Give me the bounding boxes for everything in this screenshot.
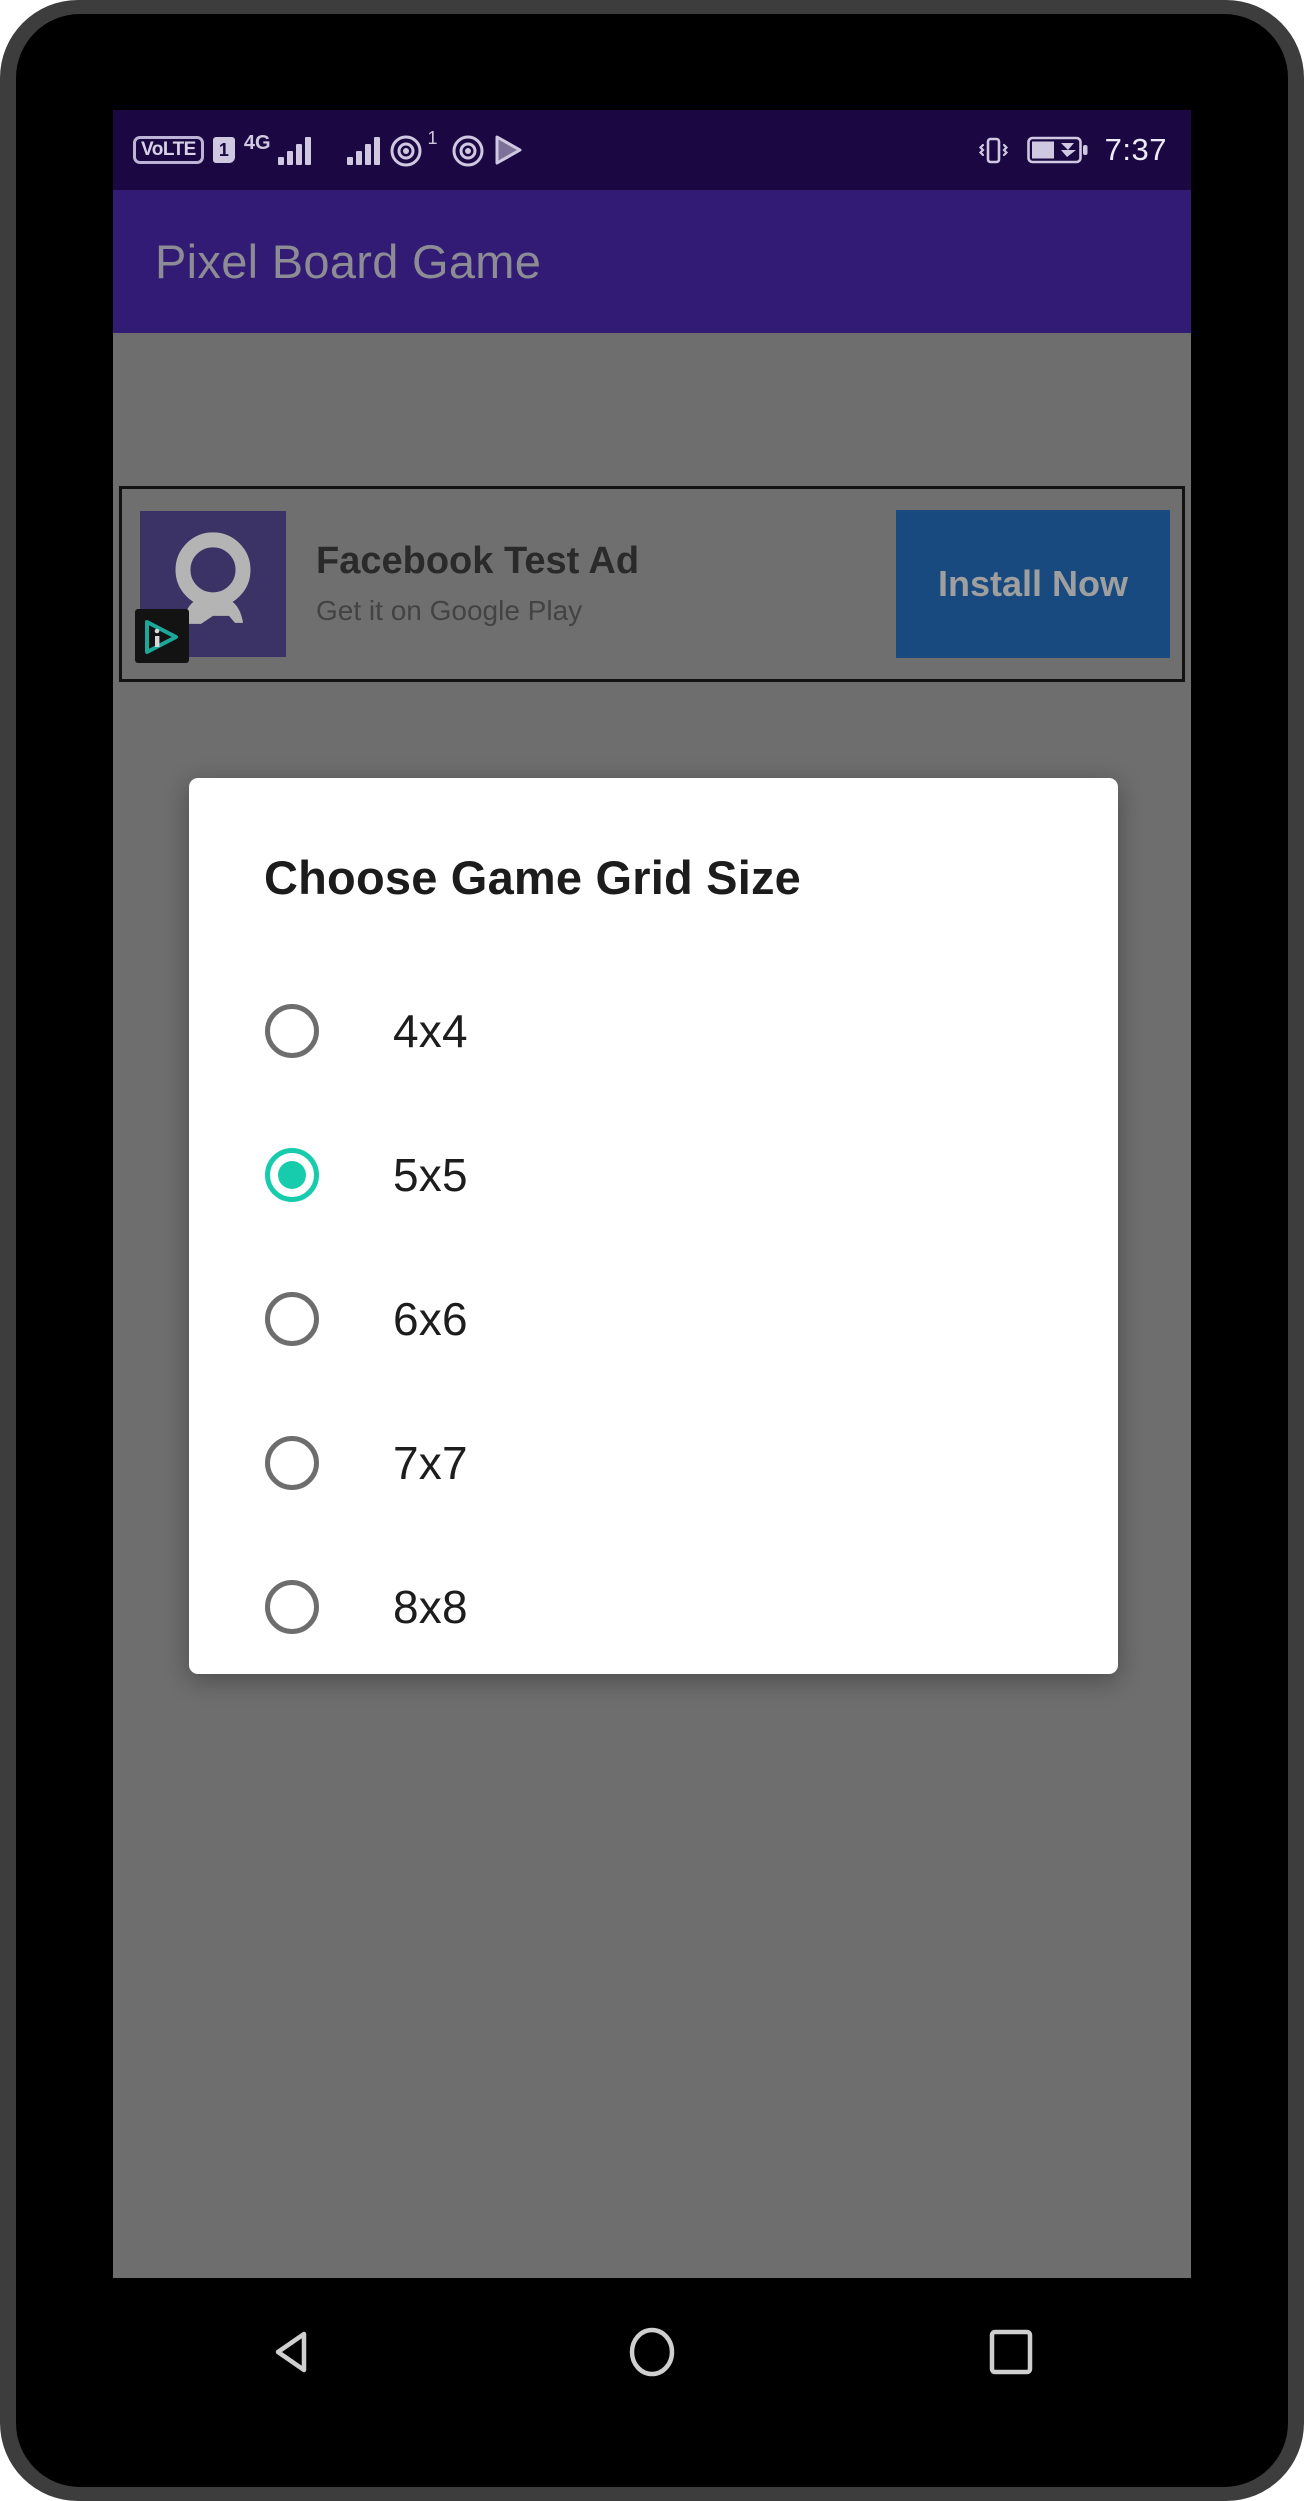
ad-icon-container bbox=[135, 511, 286, 663]
ad-banner[interactable]: Facebook Test Ad Get it on Google Play I… bbox=[119, 486, 1185, 682]
hotspot-count-badge: 1 bbox=[427, 127, 438, 148]
volte-icon: VoLTE bbox=[133, 136, 204, 164]
app-bar: Pixel Board Game bbox=[113, 190, 1191, 333]
status-bar-right-icons: 7:37 bbox=[975, 132, 1167, 168]
radio-option-7x7[interactable]: 7x7 bbox=[189, 1391, 1118, 1535]
vibrate-icon bbox=[975, 132, 1011, 168]
network-type-label: 4G bbox=[243, 131, 271, 154]
radio-circle-selected-icon bbox=[265, 1148, 319, 1202]
android-navigation-bar bbox=[113, 2278, 1191, 2426]
app-screen: VoLTE 1 4G 1 7:37 Pixel Board Game Faceb… bbox=[113, 110, 1191, 2278]
play-store-icon bbox=[494, 134, 524, 166]
adchoices-icon[interactable] bbox=[135, 609, 189, 663]
triangle-back-icon[interactable] bbox=[233, 2297, 353, 2407]
radio-option-8x8[interactable]: 8x8 bbox=[189, 1535, 1118, 1679]
radio-label: 4x4 bbox=[393, 1005, 468, 1057]
page-title: Pixel Board Game bbox=[155, 235, 542, 288]
grid-size-dialog: Choose Game Grid Size 4x4 5x5 6x6 7x7 8x… bbox=[189, 778, 1118, 1674]
radio-circle-icon bbox=[265, 1004, 319, 1058]
square-recents-icon[interactable] bbox=[951, 2297, 1071, 2407]
battery-charging-icon bbox=[1026, 135, 1089, 165]
radio-option-5x5[interactable]: 5x5 bbox=[189, 1103, 1118, 1247]
signal-bars-primary-icon bbox=[277, 135, 311, 165]
status-bar-left-icons: VoLTE 1 4G 1 bbox=[133, 128, 524, 167]
install-now-label: Install Now bbox=[937, 563, 1129, 604]
radio-label: 8x8 bbox=[393, 1581, 468, 1633]
signal-bars-secondary-icon bbox=[346, 135, 380, 165]
circle-home-icon[interactable] bbox=[592, 2297, 712, 2407]
radio-label: 5x5 bbox=[393, 1149, 468, 1201]
wireless-hotspot-icon-2 bbox=[451, 133, 485, 167]
grid-size-radio-group: 4x4 5x5 6x6 7x7 8x8 bbox=[189, 959, 1118, 1679]
status-bar: VoLTE 1 4G 1 7:37 bbox=[113, 110, 1191, 190]
wireless-hotspot-icon-1 bbox=[389, 133, 423, 167]
ad-title: Facebook Test Ad bbox=[316, 540, 640, 583]
phone-frame: VoLTE 1 4G 1 7:37 Pixel Board Game Faceb… bbox=[0, 0, 1304, 2501]
sim-1-icon: 1 bbox=[212, 137, 235, 163]
radio-circle-icon bbox=[265, 1436, 319, 1490]
radio-label: 7x7 bbox=[393, 1437, 468, 1489]
status-bar-clock: 7:37 bbox=[1104, 132, 1167, 167]
ad-subtitle: Get it on Google Play bbox=[316, 594, 583, 626]
install-now-button[interactable]: Install Now bbox=[896, 510, 1170, 658]
radio-circle-icon bbox=[265, 1292, 319, 1346]
dialog-title: Choose Game Grid Size bbox=[264, 851, 802, 904]
radio-option-4x4[interactable]: 4x4 bbox=[189, 959, 1118, 1103]
radio-option-6x6[interactable]: 6x6 bbox=[189, 1247, 1118, 1391]
radio-label: 6x6 bbox=[393, 1293, 468, 1345]
ad-text-block: Facebook Test Ad Get it on Google Play bbox=[316, 540, 896, 627]
radio-circle-icon bbox=[265, 1580, 319, 1634]
